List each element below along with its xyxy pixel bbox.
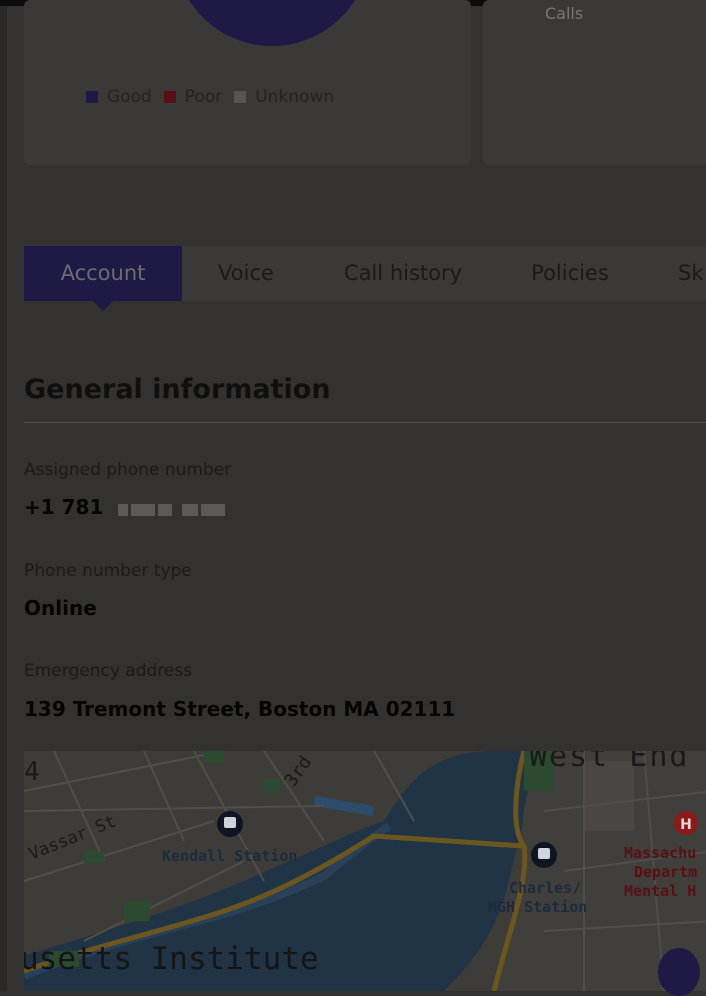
map-label-mass-2: Departm bbox=[634, 863, 698, 881]
legend-label-poor: Poor bbox=[184, 87, 223, 107]
map-label-mgh: MGH Station bbox=[488, 898, 588, 916]
calls-label: Calls bbox=[545, 4, 584, 23]
assigned-phone-label: Assigned phone number bbox=[24, 460, 232, 480]
map[interactable]: H West End 4 3rd Vassar St Kendall Stati… bbox=[24, 751, 706, 991]
emergency-address-value: 139 Tremont Street, Boston MA 02111 bbox=[24, 697, 456, 721]
legend-swatch-unknown bbox=[234, 91, 247, 103]
legend-label-unknown: Unknown bbox=[255, 87, 335, 107]
section-divider bbox=[24, 422, 706, 423]
legend-item-unknown: Unknown bbox=[234, 87, 334, 107]
map-label-charles: Charles/ bbox=[509, 879, 582, 897]
donut-chart bbox=[174, 0, 370, 46]
tab-skype[interactable]: Sk bbox=[678, 246, 706, 301]
svg-text:H: H bbox=[680, 817, 692, 833]
map-label-mass-3: Mental H bbox=[624, 882, 697, 900]
legend-label-good: Good bbox=[107, 87, 152, 107]
phone-type-label: Phone number type bbox=[24, 561, 192, 581]
legend-item-good: Good bbox=[86, 87, 152, 107]
assigned-phone-value: +1 781 bbox=[24, 495, 228, 521]
legend-swatch-good bbox=[86, 91, 98, 103]
map-label-kendall: Kendall Station bbox=[162, 847, 298, 865]
tab-account[interactable]: Account bbox=[24, 246, 182, 311]
redacted-digits bbox=[118, 497, 228, 521]
assigned-phone-prefix: +1 781 bbox=[24, 495, 104, 519]
map-label-mass-1: Massachu bbox=[624, 844, 697, 862]
emergency-address-label: Emergency address bbox=[24, 661, 193, 681]
legend-item-poor: Poor bbox=[163, 87, 223, 107]
map-label-west-end: West End bbox=[529, 751, 690, 774]
tab-bar: Account Voice Call history Policies Sk bbox=[24, 246, 706, 311]
donut-good-segment bbox=[174, 0, 370, 46]
location-pin-icon[interactable] bbox=[658, 948, 700, 996]
chart-legend: Good Poor Unknown bbox=[86, 87, 334, 107]
map-label-institute: usetts Institute bbox=[24, 941, 319, 977]
legend-swatch-poor bbox=[163, 91, 176, 103]
section-title-general: General information bbox=[24, 374, 331, 405]
tab-call-history[interactable]: Call history bbox=[324, 246, 482, 301]
phone-type-value: Online bbox=[24, 596, 97, 620]
call-quality-card: Good Poor Unknown bbox=[24, 0, 471, 165]
tab-voice[interactable]: Voice bbox=[196, 246, 296, 301]
map-label-number: 4 bbox=[24, 757, 40, 787]
tab-policies[interactable]: Policies bbox=[512, 246, 628, 301]
left-edge bbox=[0, 0, 7, 991]
calls-card: Calls bbox=[483, 0, 706, 165]
